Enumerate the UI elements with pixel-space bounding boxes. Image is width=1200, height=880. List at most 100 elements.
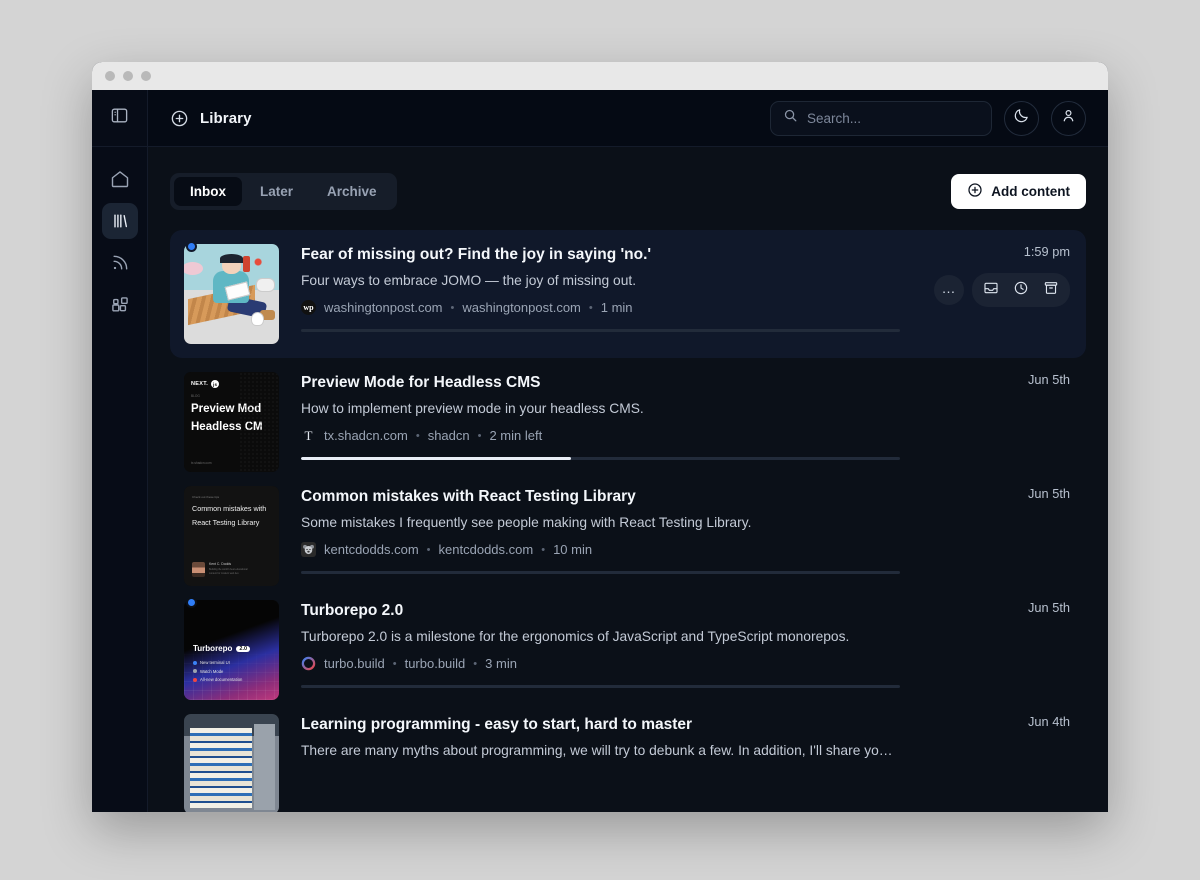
article-right-col: 1:59 pm …	[934, 244, 1070, 307]
thumbnail-wrapper	[184, 244, 279, 344]
article-read-time: 2 min left	[489, 428, 542, 443]
article-actions: …	[934, 273, 1070, 307]
article-title[interactable]: Common mistakes with React Testing Libra…	[301, 488, 900, 506]
read-later-button[interactable]	[1008, 277, 1034, 303]
list-item[interactable]: Check out these tips Common mistakes wit…	[170, 472, 1086, 586]
meta-separator: •	[478, 430, 482, 442]
add-content-button[interactable]: Add content	[951, 174, 1086, 209]
article-title[interactable]: Turborepo 2.0	[301, 602, 900, 620]
content-area: Inbox Later Archive Add content	[148, 147, 1108, 812]
nextjs-preview-mode-icon: NEXT.js BLOG Preview Mod Headless CM tx.…	[184, 372, 279, 472]
library-icon	[110, 211, 130, 231]
article-description: Four ways to embrace JOMO — the joy of m…	[301, 273, 900, 288]
plus-circle-icon[interactable]	[170, 109, 189, 128]
reading-progress-bar	[301, 571, 900, 574]
article-body: Preview Mode for Headless CMS How to imp…	[301, 372, 1070, 472]
article-title[interactable]: Learning programming - easy to start, ha…	[301, 716, 900, 734]
clock-icon	[1013, 280, 1029, 301]
thumbnail-wrapper: Turborepo 2.0 New terminal UI Watch Mode…	[184, 600, 279, 700]
article-body: Turborepo 2.0 Turborepo 2.0 is a milesto…	[301, 600, 1070, 700]
jomo-illustration-icon	[184, 244, 279, 344]
thumbnail-wrapper	[184, 714, 279, 812]
article-thumbnail	[184, 714, 279, 812]
sidebar-item-home[interactable]	[102, 161, 138, 197]
page-title: Library	[200, 110, 252, 127]
article-read-time: 1 min	[601, 300, 633, 315]
article-body: Fear of missing out? Find the joy in say…	[301, 244, 1070, 344]
theme-toggle-button[interactable]	[1004, 101, 1039, 136]
article-thumbnail: Check out these tips Common mistakes wit…	[184, 486, 279, 586]
thumb-eyebrow: Check out these tips	[192, 495, 271, 499]
window-maximize-button[interactable]	[141, 71, 151, 81]
reading-progress-bar	[301, 329, 900, 332]
thumb-feature-1: New terminal UI	[200, 660, 230, 665]
article-site: kentcdodds.com	[324, 542, 419, 557]
quick-action-group	[972, 273, 1070, 307]
books-photo-icon	[184, 714, 279, 812]
sidebar-toggle-button[interactable]	[92, 90, 147, 147]
list-item[interactable]: NEXT.js BLOG Preview Mod Headless CM tx.…	[170, 358, 1086, 472]
list-item[interactable]: Learning programming - easy to start, ha…	[170, 700, 1086, 812]
window-close-button[interactable]	[105, 71, 115, 81]
meta-separator: •	[541, 544, 545, 556]
article-body: Common mistakes with React Testing Libra…	[301, 486, 1070, 586]
archive-box-icon	[1043, 280, 1059, 301]
sidebar-item-integrations[interactable]	[102, 287, 138, 323]
sidebar-item-feeds[interactable]	[102, 245, 138, 281]
article-read-time: 10 min	[553, 542, 592, 557]
article-timestamp: Jun 5th	[1028, 600, 1070, 615]
search-input[interactable]: Search...	[770, 101, 992, 136]
reading-progress-bar	[301, 685, 900, 688]
search-placeholder: Search...	[807, 111, 861, 126]
unread-indicator	[186, 241, 197, 252]
article-title[interactable]: Preview Mode for Headless CMS	[301, 374, 900, 392]
article-site: tx.shadcn.com	[324, 428, 408, 443]
tab-inbox[interactable]: Inbox	[174, 177, 242, 206]
article-author: turbo.build	[405, 656, 466, 671]
article-timestamp: 1:59 pm	[1024, 244, 1070, 259]
article-timestamp: Jun 5th	[1028, 372, 1070, 387]
article-author: shadcn	[428, 428, 470, 443]
thumb-version: 2.0	[236, 646, 250, 652]
article-site: washingtonpost.com	[324, 300, 443, 315]
sidebar-item-library[interactable]	[102, 203, 138, 239]
article-meta: wp washingtonpost.com • washingtonpost.c…	[301, 300, 900, 315]
article-author: kentcdodds.com	[439, 542, 534, 557]
thumb-brand: NEXT.	[191, 381, 208, 387]
article-title[interactable]: Fear of missing out? Find the joy in say…	[301, 246, 900, 264]
add-content-label: Add content	[991, 184, 1070, 199]
app-header: Library Search...	[148, 90, 1108, 147]
archive-button[interactable]	[1038, 277, 1064, 303]
article-thumbnail: NEXT.js BLOG Preview Mod Headless CM tx.…	[184, 372, 279, 472]
article-thumbnail	[184, 244, 279, 344]
content-toolbar: Inbox Later Archive Add content	[170, 173, 1086, 210]
account-button[interactable]	[1051, 101, 1086, 136]
turborepo-icon	[301, 656, 316, 671]
more-options-button[interactable]: …	[934, 275, 964, 305]
turborepo-banner-icon: Turborepo 2.0 New terminal UI Watch Mode…	[184, 600, 279, 700]
thumb-line2: React Testing Library	[192, 518, 271, 527]
article-meta: turbo.build • turbo.build • 3 min	[301, 656, 900, 671]
article-description: Some mistakes I frequently see people ma…	[301, 515, 900, 530]
window-minimize-button[interactable]	[123, 71, 133, 81]
article-meta: kentcdodds.com • kentcdodds.com • 10 min	[301, 542, 900, 557]
article-author: washingtonpost.com	[462, 300, 581, 315]
letter-t-icon: T	[301, 428, 316, 443]
kentcdodds-article-icon: Check out these tips Common mistakes wit…	[184, 486, 279, 586]
meta-separator: •	[427, 544, 431, 556]
tab-later[interactable]: Later	[244, 177, 309, 206]
sidebar-toggle-icon	[110, 106, 129, 130]
moon-icon	[1013, 107, 1030, 129]
list-item[interactable]: Fear of missing out? Find the joy in say…	[170, 230, 1086, 358]
search-icon	[783, 108, 798, 128]
tab-archive[interactable]: Archive	[311, 177, 393, 206]
thumb-feature-3: All-new documentation	[200, 677, 242, 682]
thumb-badge: js	[211, 380, 219, 388]
article-description: How to implement preview mode in your he…	[301, 401, 900, 416]
move-to-inbox-button[interactable]	[978, 277, 1004, 303]
home-icon	[110, 169, 130, 189]
inbox-tray-icon	[983, 280, 999, 301]
list-item[interactable]: Turborepo 2.0 New terminal UI Watch Mode…	[170, 586, 1086, 700]
reading-progress-bar	[301, 457, 900, 460]
app-body: Library Search...	[92, 90, 1108, 812]
